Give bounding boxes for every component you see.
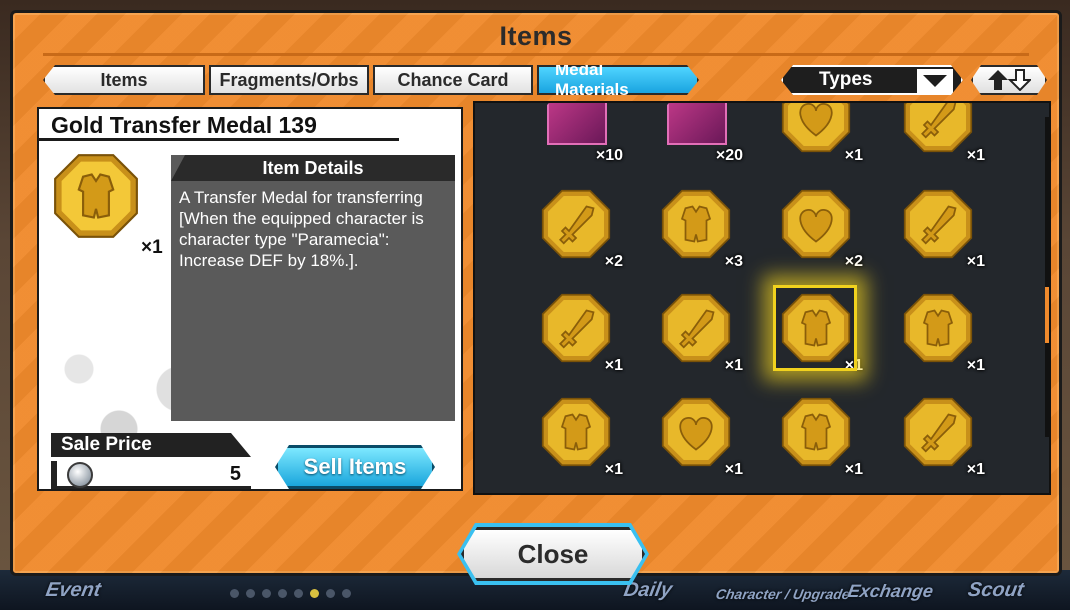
page-dot-active bbox=[310, 589, 319, 598]
medal-grid-cell[interactable]: ×10 bbox=[537, 103, 623, 164]
tab-bar: Items Fragments/Orbs Chance Card Medal M… bbox=[43, 65, 699, 95]
sale-price-row: 5 bbox=[51, 461, 251, 489]
item-detail-panel: Gold Transfer Medal 139 ×1 Item Details … bbox=[37, 107, 463, 491]
gold-heart-medal-icon bbox=[781, 103, 851, 153]
sell-items-button[interactable]: Sell Items bbox=[275, 445, 435, 489]
medal-grid-cell[interactable]: ×1 bbox=[777, 103, 863, 164]
sale-price-label: Sale Price bbox=[51, 433, 251, 457]
tab-medal-materials[interactable]: Medal Materials bbox=[537, 65, 699, 95]
page-dot bbox=[342, 589, 351, 598]
gold-sword-medal-icon bbox=[541, 189, 611, 259]
medal-grid-cell[interactable]: ×1 bbox=[657, 393, 743, 478]
medal-grid-cell[interactable]: ×1 bbox=[899, 185, 985, 270]
gold-armor-medal-icon bbox=[781, 397, 851, 467]
types-filter-dropdown[interactable]: Types bbox=[781, 65, 963, 95]
medal-grid-cell[interactable]: ×2 bbox=[777, 185, 863, 270]
title-divider bbox=[43, 53, 1029, 56]
types-filter-label: Types bbox=[819, 69, 873, 90]
medal-quantity: ×1 bbox=[966, 461, 985, 478]
medal-quantity: ×10 bbox=[595, 147, 623, 164]
gold-heart-medal-icon bbox=[661, 397, 731, 467]
item-details-box: Item Details A Transfer Medal for transf… bbox=[171, 155, 455, 421]
nav-scout[interactable]: Scout bbox=[966, 579, 1025, 602]
item-description: A Transfer Medal for transferring [When … bbox=[179, 188, 424, 270]
gold-sword-medal-icon bbox=[541, 293, 611, 363]
character-fragment-icon bbox=[547, 103, 607, 145]
medal-grid-cell[interactable]: ×20 bbox=[657, 103, 743, 164]
gold-armor-medal-icon bbox=[661, 189, 731, 259]
sort-icon bbox=[987, 69, 1031, 91]
items-dialog: Items Items Fragments/Orbs Chance Card M… bbox=[10, 10, 1062, 576]
medal-quantity: ×2 bbox=[604, 253, 623, 270]
medal-grid-cell[interactable]: ×1 bbox=[777, 393, 863, 478]
nav-event[interactable]: Event bbox=[44, 579, 102, 602]
tab-items[interactable]: Items bbox=[43, 65, 205, 95]
medal-quantity: ×1 bbox=[724, 357, 743, 374]
close-button[interactable]: Close bbox=[461, 527, 645, 581]
page-dot bbox=[230, 589, 239, 598]
medal-quantity: ×1 bbox=[966, 357, 985, 374]
medal-quantity: ×3 bbox=[724, 253, 743, 270]
medal-grid-cell[interactable]: ×2 bbox=[537, 185, 623, 270]
medal-grid-cell[interactable]: ×1 bbox=[537, 393, 623, 478]
page-dot bbox=[246, 589, 255, 598]
medal-quantity: ×1 bbox=[966, 147, 985, 164]
page-dot bbox=[262, 589, 271, 598]
page-dot bbox=[278, 589, 287, 598]
page-dot bbox=[294, 589, 303, 598]
selection-highlight bbox=[773, 285, 857, 371]
medal-grid-cell[interactable]: ×1 bbox=[537, 289, 623, 374]
medal-quantity: ×1 bbox=[844, 461, 863, 478]
page-indicator bbox=[230, 589, 351, 598]
gold-armor-medal-icon bbox=[903, 293, 973, 363]
sale-price-value: 5 bbox=[229, 463, 241, 485]
scrollbar-track[interactable] bbox=[1045, 117, 1049, 437]
gold-sword-medal-icon bbox=[903, 397, 973, 467]
medal-grid-cell[interactable]: ×1 bbox=[657, 289, 743, 374]
gold-sword-medal-icon bbox=[903, 103, 973, 153]
medal-quantity: ×2 bbox=[844, 253, 863, 270]
beli-coin-icon bbox=[67, 462, 93, 488]
medal-quantity: ×1 bbox=[604, 357, 623, 374]
item-quantity: ×1 bbox=[141, 237, 163, 258]
scrollbar-thumb[interactable] bbox=[1045, 287, 1049, 343]
sort-order-button[interactable] bbox=[971, 65, 1047, 95]
gold-heart-medal-icon bbox=[781, 189, 851, 259]
character-fragment-icon bbox=[667, 103, 727, 145]
gold-sword-medal-icon bbox=[903, 189, 973, 259]
medal-grid-cell[interactable]: ×1 bbox=[899, 393, 985, 478]
dialog-title: Items bbox=[499, 21, 573, 51]
tab-chance-card[interactable]: Chance Card bbox=[373, 65, 533, 95]
medal-grid-panel: ×10 ×20 ×1 ×1 ×2 ×3 ×2 ×1 ×1 ×1 ×1 ×1 ×1 ×1 ×1 ×1 bbox=[473, 101, 1051, 495]
item-details-header: Item Details bbox=[171, 155, 455, 181]
gold-armor-medal-icon bbox=[541, 397, 611, 467]
nav-character-upgrade[interactable]: Character / Upgrade bbox=[715, 586, 852, 602]
item-name: Gold Transfer Medal 139 bbox=[39, 109, 399, 141]
nav-exchange[interactable]: Exchange bbox=[846, 581, 935, 602]
medal-quantity: ×1 bbox=[724, 461, 743, 478]
gold-armor-medal-icon bbox=[54, 154, 138, 238]
medal-quantity: ×20 bbox=[715, 147, 743, 164]
tab-fragments-orbs[interactable]: Fragments/Orbs bbox=[209, 65, 369, 95]
medal-quantity: ×1 bbox=[966, 253, 985, 270]
page-dot bbox=[326, 589, 335, 598]
medal-grid-cell[interactable]: ×1 bbox=[899, 103, 985, 164]
gold-sword-medal-icon bbox=[661, 293, 731, 363]
medal-grid-cell[interactable]: ×1 bbox=[899, 289, 985, 374]
medal-grid-cell[interactable]: ×3 bbox=[657, 185, 743, 270]
medal-quantity: ×1 bbox=[844, 147, 863, 164]
medal-quantity: ×1 bbox=[604, 461, 623, 478]
